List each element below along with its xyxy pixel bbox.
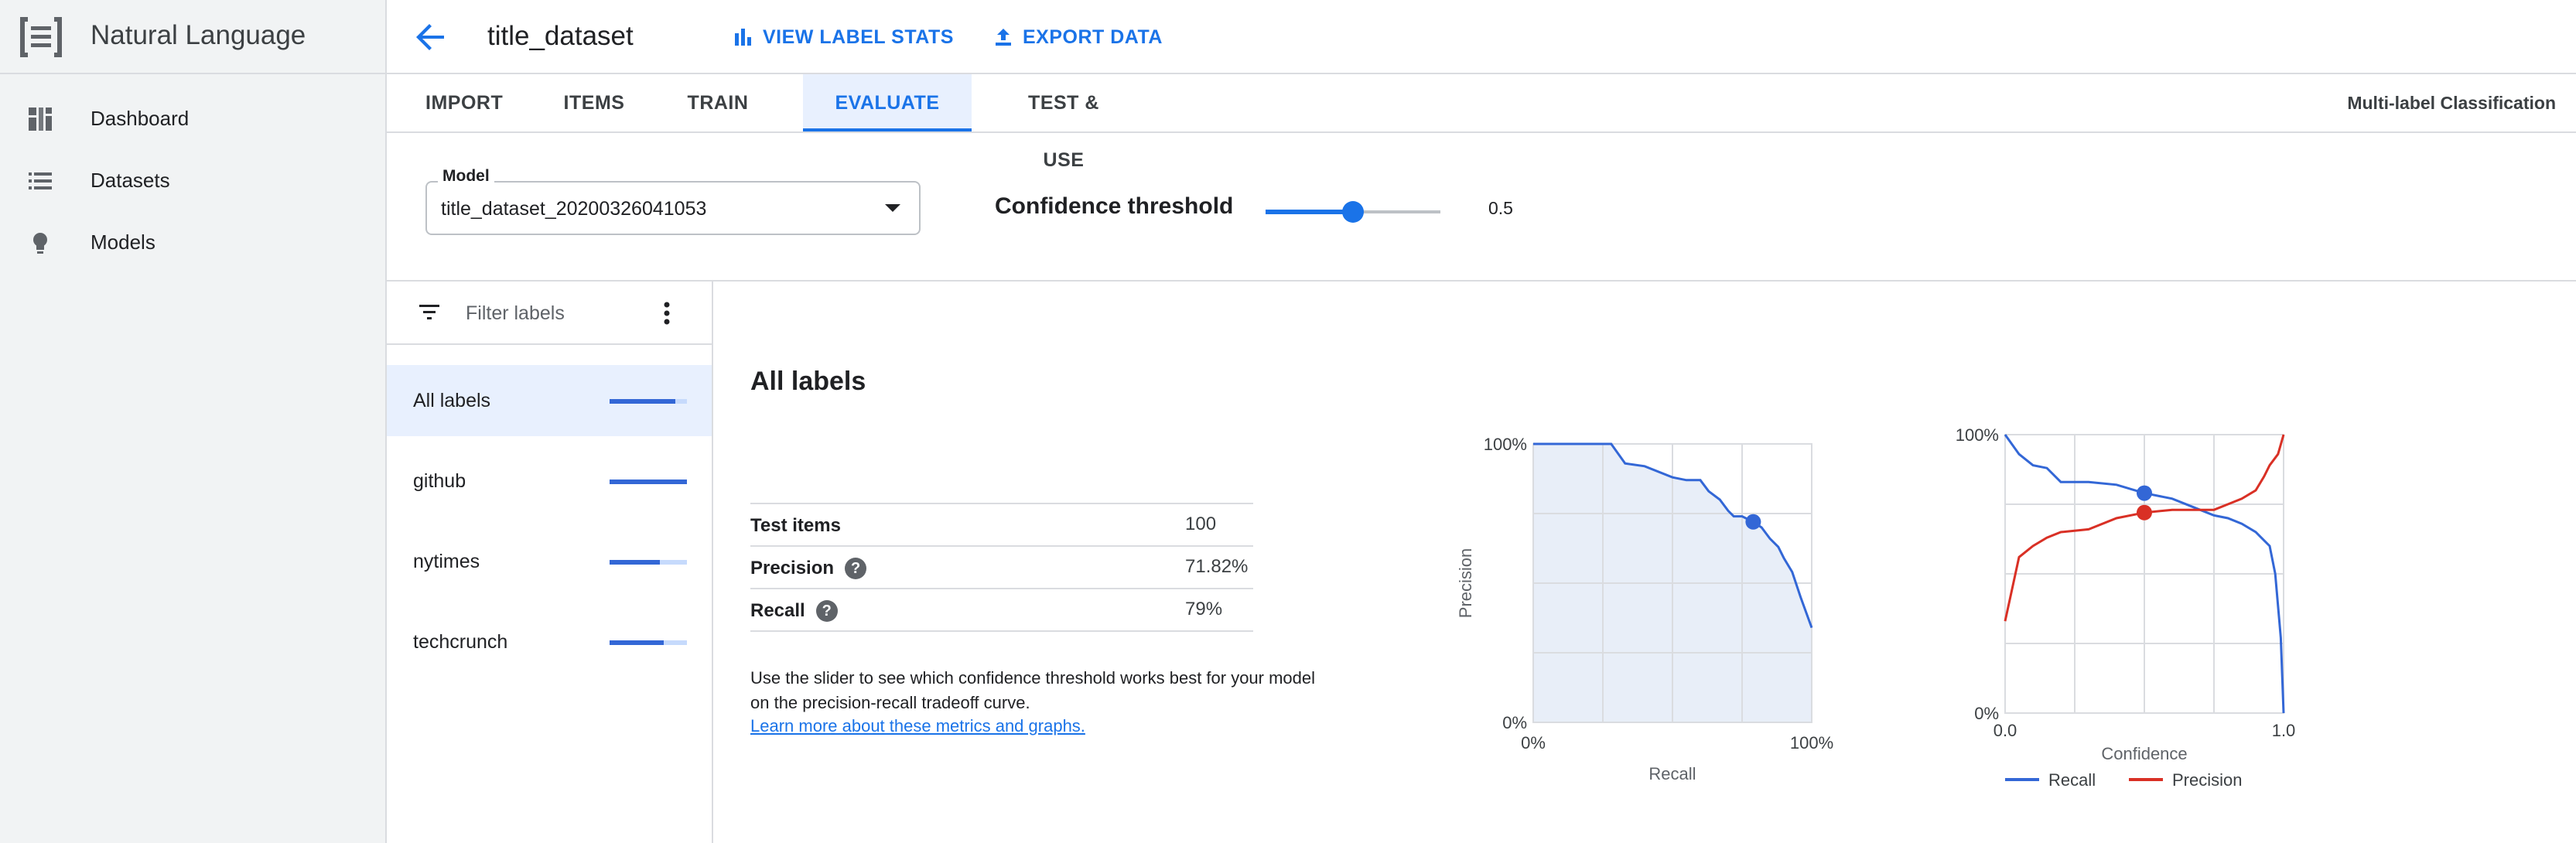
back-arrow-icon[interactable] <box>415 22 447 53</box>
metrics-table: Test items 100 Precision? 71.82% Recall?… <box>750 503 1253 632</box>
metric-value: 100 <box>1185 514 1217 534</box>
learn-more-link[interactable]: Learn more about these metrics and graph… <box>750 716 1085 736</box>
metric-row-test-items: Test items 100 <box>750 504 1253 547</box>
confidence-threshold-slider[interactable] <box>1266 196 1440 227</box>
filter-labels-input[interactable] <box>466 300 636 326</box>
section-title: All labels <box>750 367 866 396</box>
sidebar: Natural Language Dashboard Datasets Mode… <box>0 0 387 843</box>
y-tick-label: 100% <box>1956 425 1999 445</box>
metric-value: 71.82% <box>1185 556 1249 577</box>
sidebar-item-label: Dashboard <box>91 107 190 130</box>
more-vert-icon[interactable] <box>662 300 671 326</box>
slider-fill <box>1266 210 1353 214</box>
page-title: title_dataset <box>487 21 634 51</box>
help-icon[interactable]: ? <box>815 600 838 622</box>
evaluation-main: All labels Test items 100 Precision? 71.… <box>713 282 2576 843</box>
label-name: nytimes <box>413 551 480 572</box>
label-score-bar <box>610 560 687 565</box>
document-bracket-icon <box>20 17 62 57</box>
view-label-stats-label: VIEW LABEL STATS <box>763 26 954 48</box>
dropdown-caret-icon <box>885 204 900 212</box>
tab-train[interactable]: TRAIN <box>681 74 755 131</box>
lightbulb-icon <box>33 233 47 254</box>
x-tick-label: 1.0 <box>2272 721 2296 740</box>
sidebar-item-label: Datasets <box>91 169 170 192</box>
label-score-bar <box>610 480 687 484</box>
y-axis-title: Precision <box>1456 548 1475 618</box>
list-icon <box>29 172 52 189</box>
label-name: techcrunch <box>413 631 508 653</box>
tab-import[interactable]: IMPORT <box>425 74 503 131</box>
label-score-bar <box>610 640 687 645</box>
precision-recall-chart: 100% 0%0% 100% Recall Precision <box>1456 435 1833 783</box>
confidence-threshold-label: Confidence threshold <box>995 193 1234 219</box>
sidebar-item-dashboard[interactable]: Dashboard <box>0 91 387 145</box>
label-score-bar <box>610 399 687 404</box>
evaluation-controls: title_dataset_20200326041053 Model Confi… <box>387 133 2576 282</box>
x-tick-label: 100% <box>1790 733 1833 753</box>
upload-icon <box>996 29 1011 46</box>
label-score-fill <box>610 640 664 645</box>
label-name: github <box>413 470 466 492</box>
legend-label: Precision <box>2172 770 2242 790</box>
y-tick-label: 100% <box>1484 435 1527 454</box>
x-tick-label: 0.0 <box>1993 721 2017 740</box>
app-name: Natural Language <box>91 20 306 50</box>
slider-thumb[interactable] <box>1342 201 1364 223</box>
sidebar-item-datasets[interactable]: Datasets <box>0 153 387 207</box>
metric-name: Test items <box>750 515 841 536</box>
metric-row-precision: Precision? 71.82% <box>750 547 1253 589</box>
label-list-panel: All labels github nytimes techcrunch <box>387 282 713 843</box>
x-axis-title: Confidence <box>2101 744 2187 763</box>
brand-bar: Natural Language <box>0 0 387 74</box>
threshold-marker-precision <box>2137 504 2152 520</box>
help-text: Use the slider to see which confidence t… <box>750 668 1316 712</box>
tab-evaluate[interactable]: EVALUATE <box>803 74 972 131</box>
export-data-label: EXPORT DATA <box>1023 26 1163 48</box>
label-row-nytimes[interactable]: nytimes <box>387 526 712 597</box>
x-axis-title: Recall <box>1648 764 1696 783</box>
model-select-label: Model <box>438 167 494 186</box>
filter-icon[interactable] <box>418 303 441 322</box>
sidebar-item-label: Models <box>91 230 155 254</box>
filter-bar <box>387 282 712 345</box>
threshold-chart: 100%0%0.0 1.0ConfidenceRecall Precision <box>1956 425 2296 790</box>
dashboard-icon <box>29 108 52 131</box>
label-name: All labels <box>413 390 491 411</box>
label-row-techcrunch[interactable]: techcrunch <box>387 606 712 677</box>
metric-name: Precision? <box>750 558 867 579</box>
label-row-all-labels[interactable]: All labels <box>387 365 712 436</box>
help-icon[interactable]: ? <box>845 558 867 579</box>
y-tick-label: 0% <box>1502 713 1527 732</box>
tab-items[interactable]: ITEMS <box>557 74 631 131</box>
header: title_dataset VIEW LABEL STATS EXPORT DA… <box>387 0 2576 74</box>
label-row-github[interactable]: github <box>387 445 712 517</box>
x-tick-label: 0% <box>1521 733 1546 753</box>
export-data-button[interactable]: EXPORT DATA <box>993 23 1163 51</box>
metric-value: 79% <box>1185 599 1223 619</box>
threshold-marker-recall <box>2137 485 2152 501</box>
legend-label: Recall <box>2048 770 2096 790</box>
metric-name: Recall? <box>750 600 838 622</box>
model-type-label: Multi-label Classification <box>2347 93 2556 113</box>
model-select-value: title_dataset_20200326041053 <box>441 198 707 220</box>
bar-chart-icon <box>735 29 751 46</box>
threshold-marker <box>1745 514 1761 530</box>
label-score-fill <box>610 399 675 404</box>
label-score-fill <box>610 560 660 565</box>
model-select[interactable]: title_dataset_20200326041053 <box>425 181 921 235</box>
sidebar-item-models[interactable]: Models <box>0 215 387 269</box>
label-score-fill <box>610 480 687 484</box>
tab-bar: IMPORT ITEMS TRAIN EVALUATE TEST & USE M… <box>387 74 2576 171</box>
metric-row-recall: Recall? 79% <box>750 589 1253 632</box>
view-label-stats-button[interactable]: VIEW LABEL STATS <box>733 23 954 51</box>
confidence-threshold-value: 0.5 <box>1488 198 1513 218</box>
tab-test-and-use[interactable]: TEST & USE <box>1006 74 1122 171</box>
